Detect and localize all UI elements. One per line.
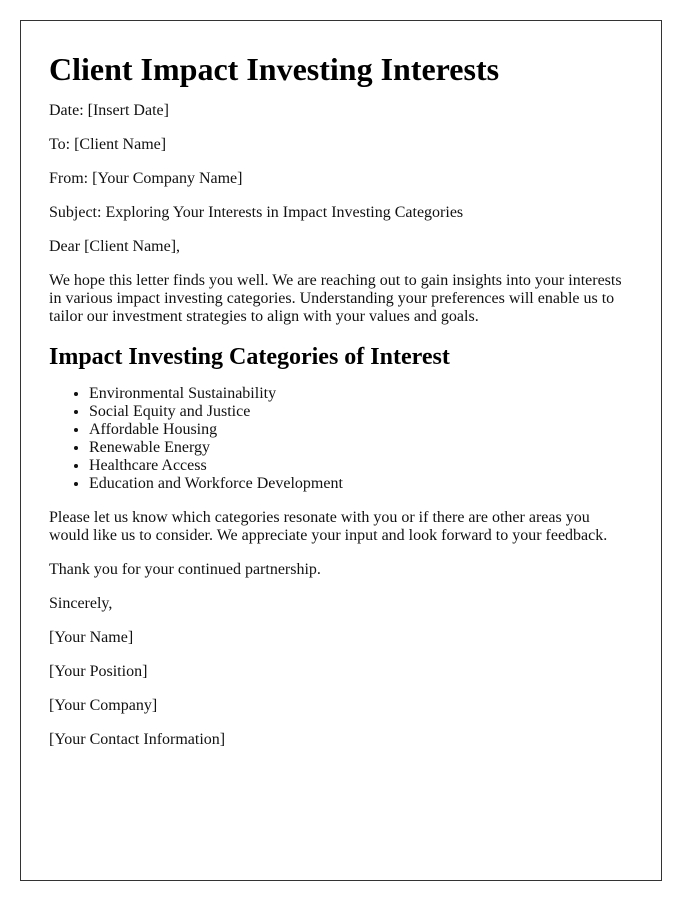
categories-list: Environmental Sustainability Social Equi… [49,385,633,493]
letter: Client Impact Investing Interests Date: … [20,20,662,881]
list-item: Education and Workforce Development [89,475,633,493]
subject-line: Subject: Exploring Your Interests in Imp… [49,204,464,221]
to-line: To: [Client Name] [49,136,167,153]
closing: Sincerely, [49,595,113,612]
intro-paragraph: We hope this letter finds you well. We a… [49,272,622,325]
list-item: Environmental Sustainability [89,385,633,403]
signature-contact: [Your Contact Information] [49,731,226,748]
thanks-line: Thank you for your continued partnership… [49,561,321,578]
signature-position: [Your Position] [49,663,148,680]
section-heading: Impact Investing Categories of Interest [49,344,450,370]
list-item: Healthcare Access [89,457,633,475]
date-line: Date: [Insert Date] [49,102,169,119]
list-item: Affordable Housing [89,421,633,439]
signature-name: [Your Name] [49,629,134,646]
signature-company: [Your Company] [49,697,158,714]
letter-title: Client Impact Investing Interests [49,51,500,87]
list-item: Social Equity and Justice [89,403,633,421]
salutation: Dear [Client Name], [49,238,181,255]
list-item: Renewable Energy [89,439,633,457]
from-line: From: [Your Company Name] [49,170,243,187]
request-paragraph: Please let us know which categories reso… [49,509,608,544]
